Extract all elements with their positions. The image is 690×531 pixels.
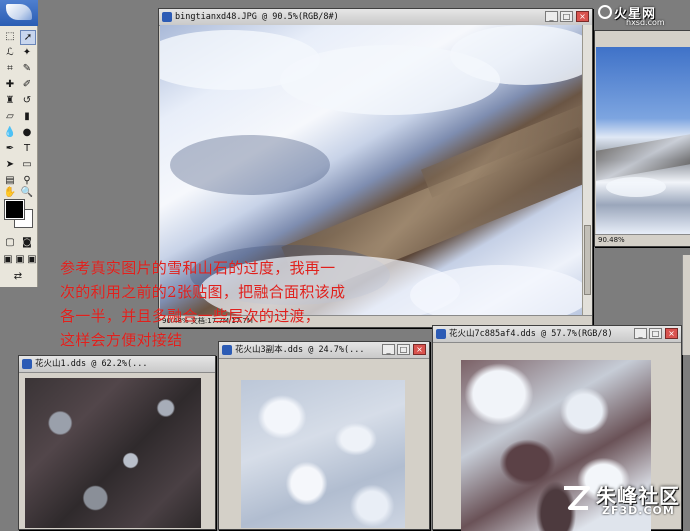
texture3-title: 花火山7c885af4.dds @ 57.7%(RGB/8) — [449, 329, 613, 339]
texture1-image — [25, 378, 201, 528]
eraser-tool-icon[interactable]: ▱ — [3, 110, 17, 123]
healing-brush-tool-icon[interactable]: ✚ — [3, 78, 17, 91]
annotation-line: 参考真实图片的雪和山石的过度，我再一 — [60, 259, 336, 277]
quick-mask-mode-icon[interactable]: ◙ — [20, 236, 34, 249]
texture1-titlebar[interactable]: 花火山1.dds @ 62.2%(... — [19, 356, 215, 373]
maximize-button[interactable]: □ — [560, 11, 573, 22]
hand-tool-icon[interactable]: ✋ — [3, 186, 17, 199]
hxsd-logo-icon — [598, 5, 612, 19]
scrollbar-thumb[interactable] — [584, 225, 591, 295]
texture3-titlebar[interactable]: 花火山7c885af4.dds @ 57.7%(RGB/8) _ □ × — [433, 326, 681, 343]
annotation-line: 这样会方便对接结 — [60, 331, 183, 349]
zf3d-watermark: 朱峰社区 ZF3D.COM — [556, 478, 686, 522]
texture1-title: 花火山1.dds @ 62.2%(... — [35, 359, 148, 369]
dodge-tool-icon[interactable]: ● — [20, 126, 34, 139]
jump-to-imageready-icon[interactable]: ⇄ — [11, 270, 25, 283]
zf3d-logo-url: ZF3D.COM — [602, 504, 675, 517]
blur-tool-icon[interactable]: 💧 — [3, 126, 17, 139]
annotation-line: 各一半，并且多融合一些层次的过渡， — [60, 307, 321, 325]
main-window-title: bingtianxd48.JPG @ 90.5%(RGB/8#) — [175, 12, 339, 22]
preview-status: 90.48% — [595, 234, 690, 246]
history-brush-tool-icon[interactable]: ↺ — [20, 94, 34, 107]
type-tool-icon[interactable]: T — [20, 142, 34, 155]
close-button[interactable]: × — [665, 328, 678, 339]
path-selection-tool-icon[interactable]: ➤ — [3, 158, 17, 171]
screen-mode-full-icon[interactable]: ▣ — [25, 253, 39, 266]
clone-stamp-tool-icon[interactable]: ♜ — [3, 94, 17, 107]
tools-palette: ⬚ ➚ ℒ ✦ ⌗ ✎ ✚ ✐ ♜ ↺ ▱ ▮ 💧 ● ✒ T ➤ ▭ ▤ ⚲ … — [0, 0, 38, 287]
lasso-tool-icon[interactable]: ℒ — [3, 46, 17, 59]
zoom-tool-icon[interactable]: 🔍 — [20, 186, 34, 199]
minimize-button[interactable]: _ — [634, 328, 647, 339]
foreground-color-swatch[interactable] — [4, 199, 25, 220]
annotation-line: 次的利用之前的2张贴图，把融合面积该成 — [60, 283, 346, 301]
magic-wand-tool-icon[interactable]: ✦ — [20, 46, 34, 59]
close-button[interactable]: × — [576, 11, 589, 22]
shape-tool-icon[interactable]: ▭ — [20, 158, 34, 171]
photoshop-feather-icon — [6, 4, 32, 20]
texture-window-2[interactable]: 花火山3副本.dds @ 24.7%(... _ □ × — [218, 341, 430, 530]
crop-tool-icon[interactable]: ⌗ — [3, 62, 17, 75]
document-icon — [162, 12, 172, 22]
marquee-tool-icon[interactable]: ⬚ — [3, 30, 17, 43]
toolbox-header — [0, 0, 38, 26]
maximize-button[interactable]: □ — [649, 328, 662, 339]
main-window-titlebar[interactable]: bingtianxd48.JPG @ 90.5%(RGB/8#) _ □ × — [159, 9, 592, 26]
standard-mode-icon[interactable]: ▢ — [3, 236, 17, 249]
vertical-scrollbar[interactable] — [582, 25, 592, 316]
texture-window-1[interactable]: 花火山1.dds @ 62.2%(... — [18, 355, 216, 530]
document-icon — [22, 359, 32, 369]
move-tool-icon[interactable]: ➚ — [20, 30, 36, 45]
gradient-tool-icon[interactable]: ▮ — [20, 110, 34, 123]
preview-image — [596, 47, 690, 235]
preview-window[interactable]: 90.48% — [594, 30, 690, 247]
panel-strip — [682, 255, 690, 355]
hxsd-logo-url: hxsd.com — [626, 18, 665, 27]
minimize-button[interactable]: _ — [545, 11, 558, 22]
tutorial-annotation: 参考真实图片的雪和山石的过度，我再一 次的利用之前的2张贴图，把融合面积该成 各… — [60, 256, 440, 352]
hxsd-watermark: 火星网 hxsd.com — [596, 1, 690, 33]
brush-tool-icon[interactable]: ✐ — [20, 78, 34, 91]
zf3d-logo-icon — [564, 486, 590, 510]
texture2-image — [241, 380, 405, 528]
pen-tool-icon[interactable]: ✒ — [3, 142, 17, 155]
slice-tool-icon[interactable]: ✎ — [20, 62, 34, 75]
